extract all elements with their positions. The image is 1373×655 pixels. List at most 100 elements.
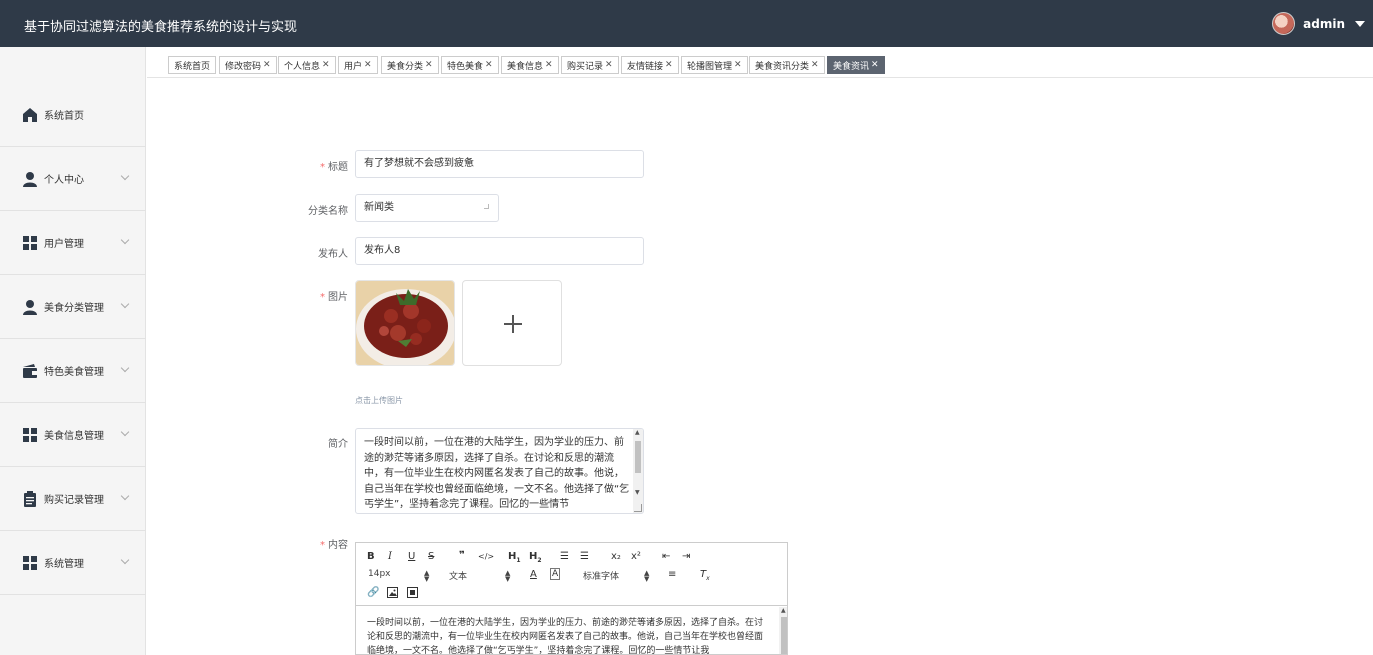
user-menu[interactable]: admin xyxy=(1272,12,1365,35)
tab-friend-links[interactable]: 友情链接 ✕ xyxy=(621,56,679,74)
align-icon[interactable]: ≡ xyxy=(668,568,676,582)
username[interactable]: admin xyxy=(1303,17,1345,31)
chevron-down-icon xyxy=(120,235,130,245)
tab-label: 个人信息 xyxy=(284,61,321,72)
close-icon[interactable]: ✕ xyxy=(364,60,372,70)
chevron-down-icon xyxy=(120,171,130,181)
scrollbar-thumb[interactable] xyxy=(635,441,641,473)
sidebar-item-label: 购买记录管理 xyxy=(44,495,104,506)
intro-textarea[interactable]: 一段时间以前，一位在港的大陆学生，因为学业的压力、前途的渺茫等诸多原因，选择了自… xyxy=(355,428,644,514)
background-color-icon[interactable]: A xyxy=(550,568,561,580)
clipboard-icon xyxy=(24,490,36,507)
sidebar-item-system[interactable]: 系统管理 xyxy=(0,531,146,595)
sidebar-item-food-category[interactable]: 美食分类管理 xyxy=(0,275,146,339)
close-icon[interactable]: ✕ xyxy=(485,60,493,70)
uploaded-image-thumbnail[interactable] xyxy=(355,280,455,366)
image-upload-button[interactable] xyxy=(462,280,562,366)
tab-food-info[interactable]: 美食信息 ✕ xyxy=(501,56,559,74)
underline-icon[interactable]: U xyxy=(408,550,415,564)
scroll-up-icon[interactable]: ▲ xyxy=(635,429,640,436)
close-icon[interactable]: ✕ xyxy=(811,60,819,70)
tab-user[interactable]: 用户 ✕ xyxy=(338,56,378,74)
sidebar-item-label: 特色美食管理 xyxy=(44,367,104,378)
tab-food-news[interactable]: 美食资讯 ✕ xyxy=(827,56,885,74)
plus-icon xyxy=(512,315,514,333)
category-label: 分类名称 xyxy=(308,206,348,217)
editor-content-area[interactable]: 一段时间以前，一位在港的大陆学生，因为学业的压力、前途的渺茫等诸多原因，选择了自… xyxy=(356,607,787,655)
close-icon[interactable]: ✕ xyxy=(665,60,673,70)
bullet-list-icon[interactable]: ☰ xyxy=(580,550,589,564)
required-mark: * xyxy=(320,292,325,303)
clear-format-icon[interactable]: Tx xyxy=(700,568,710,586)
close-icon[interactable]: ✕ xyxy=(871,60,879,70)
avatar[interactable] xyxy=(1272,12,1296,35)
sidebar-item-purchase-records[interactable]: 购买记录管理 xyxy=(0,467,146,531)
outdent-icon[interactable]: ⇤ xyxy=(662,550,670,564)
font-family-picker[interactable]: 标准字体 ▲ ▼ xyxy=(583,569,651,583)
text-color-icon[interactable]: A xyxy=(530,568,537,582)
tab-label: 美食资讯分类 xyxy=(755,61,810,72)
intro-scrollbar[interactable]: ▲ ▼ xyxy=(633,429,643,513)
header-value: 文本 xyxy=(449,572,468,582)
close-icon[interactable]: ✕ xyxy=(263,60,271,70)
close-icon[interactable]: ✕ xyxy=(322,60,330,70)
sidebar-item-users[interactable]: 用户管理 xyxy=(0,211,146,275)
link-icon[interactable]: 🔗 xyxy=(367,586,379,600)
heading2-icon[interactable]: H2 xyxy=(529,550,542,568)
close-icon[interactable]: ✕ xyxy=(425,60,433,70)
image-icon[interactable] xyxy=(387,587,398,598)
category-select[interactable]: 新闻类 xyxy=(355,194,499,222)
editor-text: 一段时间以前，一位在港的大陆学生，因为学业的压力、前途的渺茫等诸多原因，选择了自… xyxy=(367,618,764,655)
sidebar-item-food-info[interactable]: 美食信息管理 xyxy=(0,403,146,467)
tab-featured-food[interactable]: 特色美食 ✕ xyxy=(441,56,499,74)
heading1-icon[interactable]: H1 xyxy=(508,550,521,568)
sidebar-item-featured-food[interactable]: 特色美食管理 xyxy=(0,339,146,403)
bold-icon[interactable]: B xyxy=(367,550,375,564)
tab-news-category[interactable]: 美食资讯分类 ✕ xyxy=(749,56,825,74)
caret-down-icon[interactable] xyxy=(1355,20,1365,27)
code-block-icon[interactable]: </> xyxy=(478,550,494,564)
sidebar: 系统首页 个人中心 用户管理 美食分类管理 特色美食管理 美食信息管理 购买记录… xyxy=(0,47,146,655)
close-icon[interactable]: ✕ xyxy=(605,60,613,70)
sidebar-item-home[interactable]: 系统首页 xyxy=(0,83,146,147)
tab-purchase-records[interactable]: 购买记录 ✕ xyxy=(561,56,619,74)
picker-arrows-icon: ▲ ▼ xyxy=(505,569,511,583)
tabs-bar: 系统首页 修改密码 ✕ 个人信息 ✕ 用户 ✕ 美食分类 ✕ 特色美食 ✕ 美食信息 ✕ 购… xyxy=(147,47,1373,78)
tab-label: 美食信息 xyxy=(507,61,544,72)
publisher-input[interactable]: 发布人8 xyxy=(355,237,644,265)
ordered-list-icon[interactable]: ☰ xyxy=(560,550,569,564)
intro-text: 一段时间以前，一位在港的大陆学生，因为学业的压力、前途的渺茫等诸多原因，选择了自… xyxy=(364,437,630,510)
scroll-down-icon[interactable]: ▼ xyxy=(635,489,640,496)
content-label-text: 内容 xyxy=(328,540,348,551)
scroll-up-icon[interactable]: ▲ xyxy=(781,607,786,614)
tab-label: 特色美食 xyxy=(447,61,484,72)
tab-label: 轮播图管理 xyxy=(687,61,733,72)
header-picker[interactable]: 文本 ▲ ▼ xyxy=(449,569,511,583)
superscript-icon[interactable]: x² xyxy=(631,550,641,564)
title-input[interactable]: 有了梦想就不会感到疲惫 xyxy=(355,150,644,178)
scrollbar-thumb[interactable] xyxy=(781,617,787,654)
font-size-picker[interactable]: 14px ▲ ▼ xyxy=(368,569,430,583)
indent-icon[interactable]: ⇥ xyxy=(682,550,690,564)
sidebar-item-profile[interactable]: 个人中心 xyxy=(0,147,146,211)
sidebar-item-label: 美食信息管理 xyxy=(44,431,104,442)
tab-label: 修改密码 xyxy=(225,61,262,72)
required-mark: * xyxy=(320,540,325,551)
editor-scrollbar[interactable]: ▲ xyxy=(779,607,787,654)
close-icon[interactable]: ✕ xyxy=(734,60,742,70)
tab-carousel[interactable]: 轮播图管理 ✕ xyxy=(681,56,748,74)
strikethrough-icon[interactable]: S xyxy=(428,550,434,564)
close-icon[interactable]: ✕ xyxy=(545,60,553,70)
chevron-down-icon xyxy=(120,363,130,373)
italic-icon[interactable]: I xyxy=(388,550,392,564)
rich-text-editor[interactable]: B I U S ❞ </> H1 H2 ☰ ☰ x₂ x² ⇤ ⇥ 14px ▲… xyxy=(355,542,788,655)
tab-label: 系统首页 xyxy=(174,61,211,72)
tab-home[interactable]: 系统首页 xyxy=(168,56,217,74)
tab-change-password[interactable]: 修改密码 ✕ xyxy=(219,56,277,74)
video-icon[interactable] xyxy=(407,587,418,598)
tab-personal-info[interactable]: 个人信息 ✕ xyxy=(278,56,336,74)
subscript-icon[interactable]: x₂ xyxy=(611,550,621,564)
blockquote-icon[interactable]: ❞ xyxy=(459,549,465,563)
resize-handle[interactable] xyxy=(634,504,642,512)
tab-food-category[interactable]: 美食分类 ✕ xyxy=(381,56,439,74)
